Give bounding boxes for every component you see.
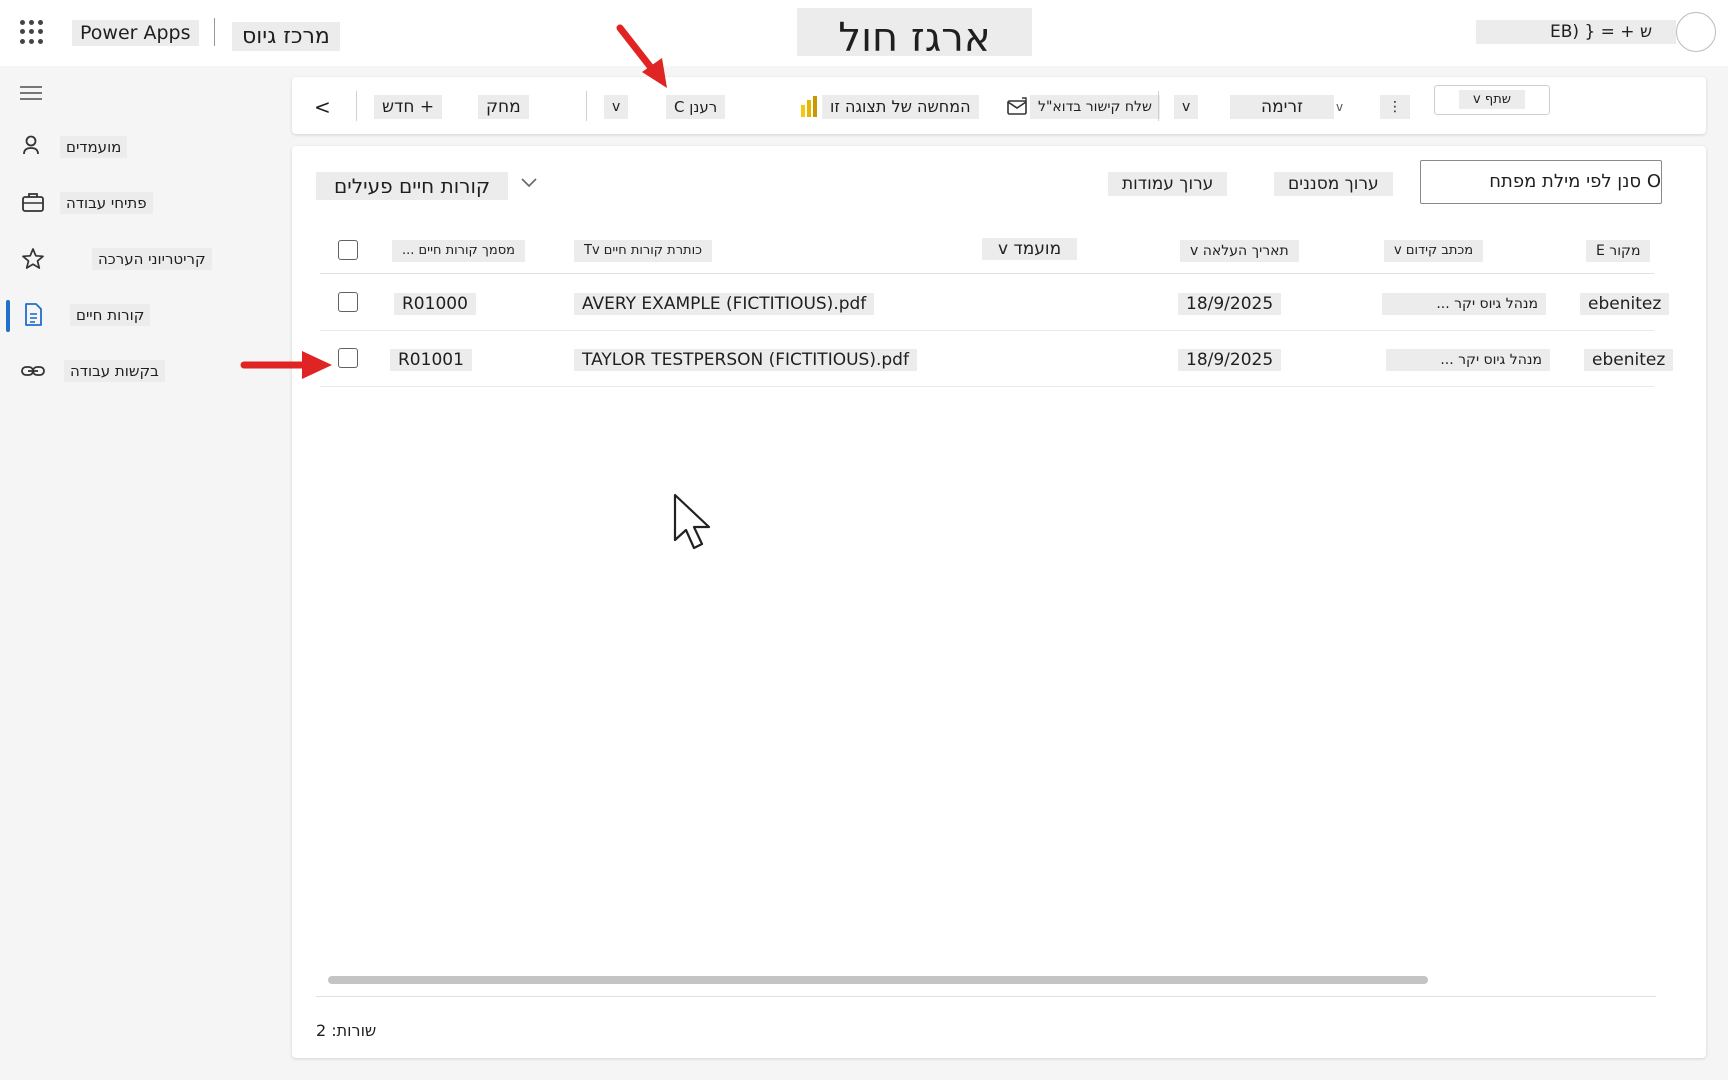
share-label: שתף v xyxy=(1459,90,1525,109)
command-separator xyxy=(1158,91,1159,121)
sidebar-item-label: קורות חיים xyxy=(70,304,151,326)
table-row[interactable]: R01001 TAYLOR TESTPERSON (FICTITIOUS).pd… xyxy=(320,331,1674,387)
command-separator xyxy=(356,91,357,121)
refresh-button[interactable]: רענן C xyxy=(666,95,726,119)
sidebar-item-candidates[interactable]: מועמדים xyxy=(0,128,280,168)
search-input[interactable]: O סנן לפי מילת מפתח xyxy=(1420,160,1662,204)
email-icon xyxy=(1006,95,1032,119)
app-name[interactable]: Power Apps xyxy=(72,20,199,46)
share-button[interactable]: שתף v xyxy=(1434,85,1550,115)
command-separator xyxy=(586,91,587,121)
edit-filters-button[interactable]: ערוך מסננים xyxy=(1274,172,1393,196)
back-button[interactable]: < xyxy=(306,95,339,119)
sidebar-item-label: קריטריוני הערכה xyxy=(92,248,212,270)
sidebar-item-label: בקשות עבודה xyxy=(64,360,165,382)
column-header-candidate[interactable]: מועמד v xyxy=(982,238,1078,260)
star-icon xyxy=(20,246,46,272)
top-bar: Power Apps מרכז גיוס ארגז חול EB) } = + … xyxy=(0,0,1728,66)
email-link-button[interactable]: שלח קישור בדוא"ל xyxy=(1030,95,1160,119)
hamburger-icon[interactable] xyxy=(20,86,42,100)
column-header-date[interactable]: תאריך העלאה v xyxy=(1180,240,1299,262)
cell-owner: ebenitez xyxy=(1580,293,1670,315)
email-link-chevron-icon[interactable]: v xyxy=(1174,95,1199,119)
column-header-number[interactable]: מסמך קורות חיים ... xyxy=(392,240,525,262)
footer-divider xyxy=(316,996,1656,997)
more-commands-icon[interactable]: ⋮ xyxy=(1380,95,1410,119)
sidebar-item-label: פתיחי עבודה xyxy=(60,192,153,214)
column-header-letter[interactable]: מכתב קידום v xyxy=(1384,240,1484,262)
cell-owner: ebenitez xyxy=(1584,349,1674,371)
column-header-owner[interactable]: מקור E xyxy=(1586,240,1651,262)
environment-heading: ארגז חול xyxy=(797,8,1032,61)
cell-number: R01001 xyxy=(390,349,472,371)
app-title: מרכז גיוס xyxy=(232,22,340,51)
cell-file-link[interactable]: TAYLOR TESTPERSON (FICTITIOUS).pdf xyxy=(574,349,917,371)
row-checkbox[interactable] xyxy=(338,292,358,312)
sidebar-item-job-applications[interactable]: בקשות עבודה xyxy=(0,352,280,392)
sidebar-item-resumes[interactable]: קורות חיים xyxy=(0,296,280,336)
command-bar: < + חדש מחק v רענן C המחשה של תצוגה זו ש… xyxy=(292,77,1706,134)
cell-date: 18/9/2025 xyxy=(1178,349,1282,371)
powerbi-icon xyxy=(798,95,824,119)
horizontal-scrollbar[interactable] xyxy=(328,976,1428,984)
sidebar-item-evaluation-criteria[interactable]: קריטריוני הערכה xyxy=(0,240,280,280)
people-icon xyxy=(20,134,46,160)
cell-date: 18/9/2025 xyxy=(1178,293,1282,315)
briefcase-icon xyxy=(20,190,46,216)
refresh-chevron-icon[interactable]: v xyxy=(604,95,629,119)
cell-file-link[interactable]: AVERY EXAMPLE (FICTITIOUS).pdf xyxy=(574,293,875,315)
chevron-down-icon[interactable] xyxy=(520,170,538,198)
avatar[interactable] xyxy=(1676,12,1716,52)
cell-letter: מנהל גיוס יקר ... xyxy=(1382,293,1546,315)
top-divider xyxy=(214,18,215,46)
delete-button[interactable]: מחק xyxy=(478,95,529,119)
app-launcher-icon[interactable] xyxy=(20,20,44,44)
new-button[interactable]: + חדש xyxy=(374,95,443,119)
rows-count: שורות: 2 xyxy=(316,1021,377,1040)
select-all-checkbox[interactable] xyxy=(338,240,358,260)
cell-number: R01000 xyxy=(394,293,476,315)
cell-letter: מנהל גיוס יקר ... xyxy=(1386,349,1550,371)
sidebar-item-label: מועמדים xyxy=(60,136,128,158)
main-view-card: קורות חיים פעילים ערוך עמודות ערוך מסנני… xyxy=(292,146,1706,1058)
row-checkbox[interactable] xyxy=(338,348,358,368)
view-selector[interactable]: קורות חיים פעילים xyxy=(316,172,509,200)
visualize-view-button[interactable]: המחשה של תצוגה זו xyxy=(822,95,979,119)
user-info: EB) } = + ש xyxy=(1476,20,1676,44)
document-icon xyxy=(20,302,46,328)
sidebar: מועמדים פתיחי עבודה קריטריוני הערכה קורו… xyxy=(0,66,280,1080)
sidebar-item-job-openings[interactable]: פתיחי עבודה xyxy=(0,184,280,224)
grid-header: מסמך קורות חיים ... כותרת קורות חיים Tv … xyxy=(320,226,1654,274)
link-icon xyxy=(20,358,46,384)
flow-chevron-icon[interactable]: v xyxy=(1328,95,1351,119)
table-row[interactable]: R01000 AVERY EXAMPLE (FICTITIOUS).pdf 18… xyxy=(320,275,1670,331)
column-header-file[interactable]: כותרת קורות חיים Tv xyxy=(574,240,713,262)
flow-button[interactable]: זרימה xyxy=(1230,95,1334,119)
edit-columns-button[interactable]: ערוך עמודות xyxy=(1108,172,1228,196)
